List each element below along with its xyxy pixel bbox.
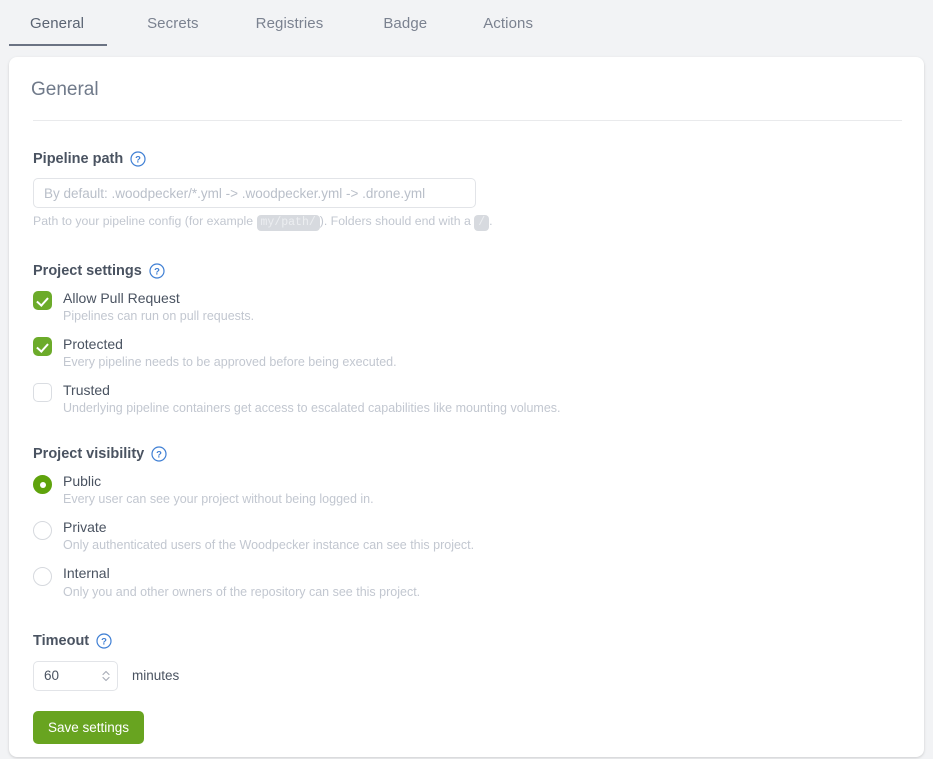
option-allow-pull-request[interactable]: Allow Pull Request Pipelines can run on … [33, 290, 900, 324]
hint-middle: ). Folders should end with a [319, 214, 475, 228]
tab-secrets[interactable]: Secrets [147, 0, 199, 46]
hint-code-slash: / [474, 215, 490, 231]
hint-code-example: my/path/ [256, 215, 320, 231]
help-circle-icon[interactable]: ? [130, 151, 146, 167]
tab-general[interactable]: General [8, 0, 108, 46]
radio-private[interactable] [33, 521, 52, 541]
project-settings-options: Allow Pull Request Pipelines can run on … [33, 290, 900, 416]
option-body: Allow Pull Request Pipelines can run on … [63, 290, 254, 324]
page-title: General [31, 79, 99, 100]
pipeline-path-label: Pipeline path [33, 151, 124, 167]
option-body: Protected Every pipeline needs to be app… [63, 336, 397, 370]
tab-secrets-label: Secrets [147, 15, 199, 32]
pipeline-path-hint: Path to your pipeline config (for exampl… [33, 214, 900, 231]
hint-suffix: . [489, 214, 493, 228]
checkbox-protected[interactable] [33, 337, 52, 357]
option-body: Internal Only you and other owners of th… [63, 565, 420, 599]
radio-internal[interactable] [33, 567, 52, 587]
option-trusted[interactable]: Trusted Underlying pipeline containers g… [33, 382, 900, 416]
option-title: Internal [63, 565, 110, 582]
title-divider [33, 120, 902, 121]
option-title: Allow Pull Request [63, 289, 180, 306]
option-description: Pipelines can run on pull requests. [63, 309, 255, 324]
option-body: Trusted Underlying pipeline containers g… [63, 382, 561, 416]
timeout-section-label: Timeout ? [33, 633, 900, 649]
general-settings-form: Pipeline path ? Path to your pipeline co… [9, 151, 924, 744]
svg-text:?: ? [135, 155, 141, 166]
timeout-input-wrapper [33, 660, 118, 691]
pipeline-path-input[interactable] [33, 178, 476, 208]
option-title: Private [63, 519, 107, 536]
checkbox-allow-pull-request[interactable] [33, 290, 52, 310]
option-private[interactable]: Private Only authenticated users of the … [33, 519, 900, 553]
checkbox-trusted[interactable] [33, 383, 52, 403]
svg-text:?: ? [156, 450, 162, 461]
option-body: Private Only authenticated users of the … [63, 519, 474, 553]
option-internal[interactable]: Internal Only you and other owners of th… [33, 565, 900, 599]
option-body: Public Every user can see your project w… [63, 473, 374, 507]
option-description: Only you and other owners of the reposit… [63, 584, 421, 599]
radio-public[interactable] [33, 475, 52, 495]
settings-tab-bar: General Secrets Registries Badge Actions [0, 0, 933, 53]
project-settings-section-label: Project settings ? [33, 263, 900, 279]
timeout-label: Timeout [33, 632, 90, 649]
option-description: Every pipeline needs to be approved befo… [63, 355, 397, 370]
project-visibility-label: Project visibility [33, 446, 145, 463]
tab-actions[interactable]: Actions [483, 0, 533, 46]
option-description: Only authenticated users of the Woodpeck… [63, 538, 475, 553]
option-description: Every user can see your project without … [63, 492, 374, 507]
project-settings-label: Project settings [33, 262, 142, 279]
tab-general-label: General [30, 15, 85, 32]
project-visibility-section-label: Project visibility ? [33, 446, 900, 462]
project-visibility-options: Public Every user can see your project w… [33, 473, 900, 599]
hint-prefix: Path to your pipeline config (for exampl… [33, 214, 257, 228]
general-settings-card: General Pipeline path ? Path to your pip… [9, 57, 924, 757]
svg-text:?: ? [154, 267, 160, 278]
timeout-row: minutes [33, 660, 900, 691]
tab-registries-label: Registries [255, 15, 324, 32]
tab-badge-label: Badge [383, 15, 428, 32]
pipeline-path-section-label: Pipeline path ? [33, 151, 900, 167]
tab-registries[interactable]: Registries [256, 0, 324, 46]
timeout-unit-label: minutes [132, 668, 180, 683]
tab-badge[interactable]: Badge [383, 0, 427, 46]
option-public[interactable]: Public Every user can see your project w… [33, 473, 900, 507]
option-title: Trusted [63, 382, 110, 399]
svg-text:?: ? [101, 636, 107, 647]
spinner-up-down-icon[interactable] [100, 668, 112, 684]
help-circle-icon[interactable]: ? [149, 263, 165, 279]
option-title: Protected [63, 336, 123, 353]
help-circle-icon[interactable]: ? [151, 446, 167, 462]
option-title: Public [63, 473, 102, 490]
option-description: Underlying pipeline containers get acces… [63, 401, 561, 416]
save-settings-button[interactable]: Save settings [33, 710, 145, 744]
tab-actions-label: Actions [483, 15, 534, 32]
option-protected[interactable]: Protected Every pipeline needs to be app… [33, 336, 900, 370]
help-circle-icon[interactable]: ? [96, 632, 112, 649]
